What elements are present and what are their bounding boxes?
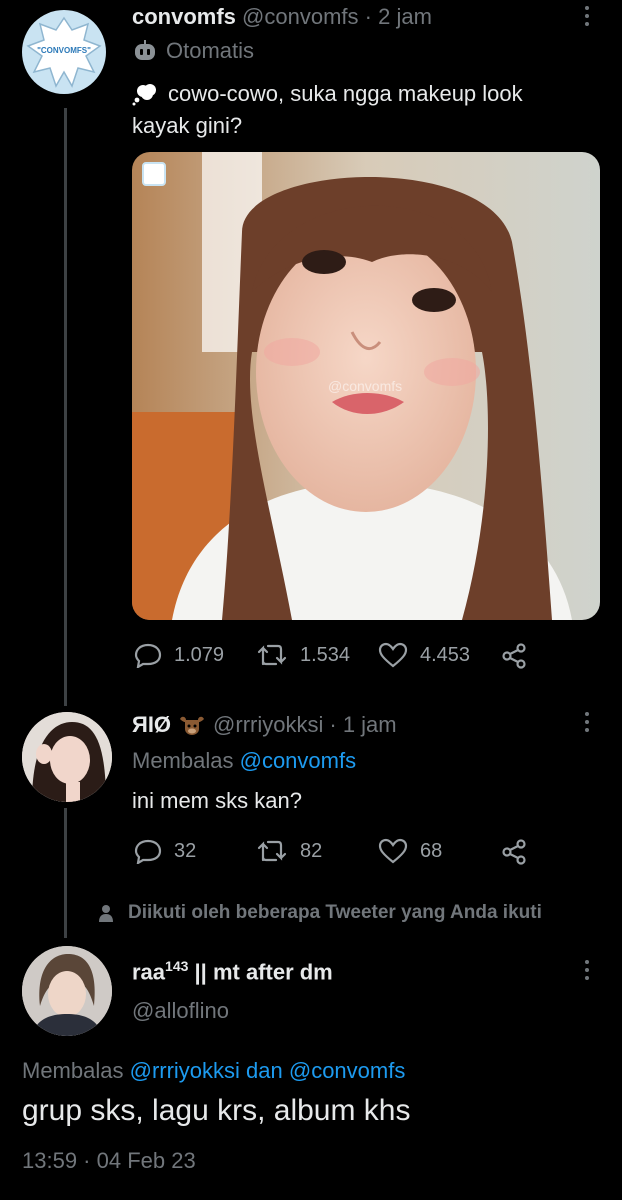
avatar-logo-text: "CONVOMFS" — [37, 46, 91, 55]
automated-label: Otomatis — [132, 38, 254, 64]
more-options-icon[interactable] — [584, 712, 590, 732]
avatar[interactable] — [22, 946, 112, 1036]
replying-to-label: Membalas — [22, 1058, 124, 1083]
person-icon — [99, 905, 113, 922]
avatar[interactable] — [22, 712, 112, 802]
like-button[interactable]: 4.453 — [378, 642, 470, 668]
more-options-icon[interactable] — [584, 6, 590, 26]
reply-count: 32 — [174, 839, 197, 862]
photo-watermark: @convomfs — [328, 378, 403, 394]
replying-to-link[interactable]: @convomfs — [240, 748, 356, 773]
retweet-count: 1.534 — [300, 643, 351, 666]
display-name[interactable]: convomfs — [132, 4, 236, 29]
like-count: 68 — [420, 839, 443, 862]
handle[interactable]: @convomfs — [242, 4, 358, 29]
display-name[interactable]: ЯIØ — [132, 712, 171, 738]
reply-count: 1.079 — [174, 643, 225, 666]
avatar[interactable]: "CONVOMFS" — [22, 10, 106, 94]
reply-text: ini mem sks kan? — [132, 788, 302, 813]
more-options-icon[interactable] — [584, 960, 590, 980]
handle[interactable]: @alloflino — [132, 998, 229, 1024]
retweet-button[interactable]: 1.534 — [256, 642, 350, 668]
retweet-count: 82 — [300, 839, 323, 862]
thread-line — [64, 808, 67, 938]
reply-icon — [134, 643, 162, 668]
like-count: 4.453 — [420, 643, 471, 666]
like-button[interactable]: 68 — [378, 838, 442, 864]
replying-to-links[interactable]: @rrriyokksi dan @convomfs — [130, 1058, 406, 1083]
robot-icon — [135, 40, 155, 60]
heart-icon — [378, 642, 408, 668]
thread-line — [64, 108, 67, 706]
reply-button[interactable]: 1.079 — [134, 642, 224, 668]
automated-text: Otomatis — [166, 38, 255, 63]
tweet-timestamp[interactable]: 13:59 · 04 Feb 23 — [22, 1148, 196, 1174]
retweet-button[interactable]: 82 — [256, 838, 322, 864]
retweet-icon — [257, 840, 287, 862]
display-name-suffix[interactable]: || mt after dm — [188, 959, 333, 984]
share-button[interactable] — [500, 838, 528, 866]
followed-by-notice: Diikuti oleh beberapa Tweeter yang Anda … — [128, 902, 542, 923]
reply-button[interactable]: 32 — [134, 838, 196, 864]
focused-tweet-text: grup sks, lagu krs, album khs — [22, 1094, 411, 1127]
tweet-text-line: cowo-cowo, suka ngga makeup look — [168, 81, 523, 106]
share-icon — [502, 643, 526, 669]
handle[interactable]: @rrriyokksi — [213, 712, 323, 738]
heart-icon — [378, 838, 408, 864]
thought-bubble-icon — [132, 84, 156, 106]
bull-emoji-icon — [180, 716, 205, 735]
tweet-text-line: kayak gini? — [132, 113, 243, 138]
share-icon — [502, 839, 526, 865]
timestamp[interactable]: · 2 jam — [365, 4, 432, 29]
share-button[interactable] — [500, 642, 528, 670]
display-name[interactable]: raa — [132, 959, 165, 984]
retweet-icon — [257, 644, 287, 666]
reply-icon — [134, 839, 162, 864]
display-name-superscript: 143 — [165, 958, 189, 974]
timestamp[interactable]: · 1 jam — [329, 712, 396, 738]
photo-badge-icon — [142, 162, 166, 186]
tweet-photo[interactable]: @convomfs — [132, 152, 600, 620]
replying-to-label: Membalas — [132, 748, 234, 773]
